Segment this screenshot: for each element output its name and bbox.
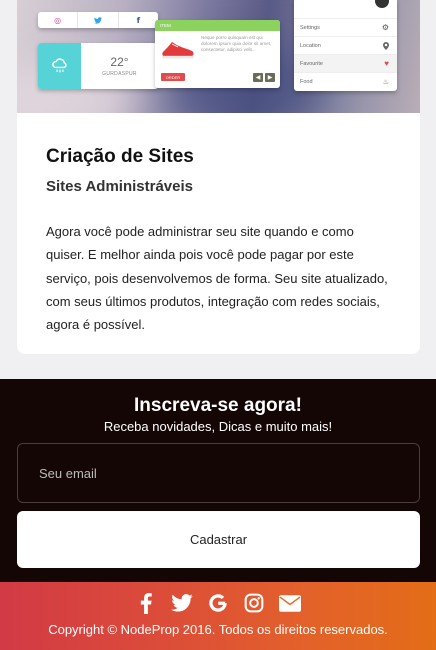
card-body: Agora você pode administrar seu site qua… <box>46 224 388 333</box>
facebook-icon[interactable] <box>135 592 157 614</box>
menu-top-row <box>294 0 397 19</box>
instagram-icon[interactable] <box>243 592 265 614</box>
email-field[interactable] <box>17 443 420 503</box>
weather-city: GURDASPUR <box>102 71 137 77</box>
menu-row-favourite: Favourite ♥ <box>294 55 397 73</box>
menu-row-location: Location <box>294 37 397 55</box>
mockup-menu-card: Settings ⚙ Location Favourite ♥ Food ♨ <box>294 0 397 91</box>
mockup-weather-widget: 22° GURDASPUR <box>38 43 158 89</box>
heart-icon: ♥ <box>384 59 389 68</box>
social-icons <box>0 592 436 614</box>
subscribe-button[interactable]: Cadastrar <box>17 511 420 568</box>
service-card: ◎ f 22° GURDASPUR ITEM Neque porro quisq… <box>17 0 420 354</box>
mockup-item-card: ITEM Neque porro quisquam est qui dolore… <box>155 20 280 88</box>
card-subtitle: Sites Administráveis <box>46 178 194 195</box>
mockup-twitter-icon <box>78 12 119 28</box>
item-description: Neque porro quisquam est qui dolorem ips… <box>201 35 272 52</box>
rain-cloud-icon <box>38 43 81 89</box>
food-icon: ♨ <box>382 79 389 86</box>
envelope-icon[interactable] <box>279 592 301 614</box>
twitter-icon[interactable] <box>171 592 193 614</box>
footer: Copyright © NodeProp 2016. Todos os dire… <box>0 582 436 650</box>
sneaker-image <box>162 41 194 59</box>
prev-arrow-icon: ◀ <box>253 73 263 82</box>
gear-icon: ⚙ <box>381 23 389 32</box>
newsletter-section: Inscreva-se agora! Receba novidades, Dic… <box>0 379 436 582</box>
newsletter-subtitle: Receba novidades, Dicas e muito mais! <box>103 419 333 434</box>
newsletter-title: Inscreva-se agora! <box>134 395 302 416</box>
google-icon[interactable] <box>207 592 229 614</box>
item-header: ITEM <box>155 20 280 31</box>
copyright-text: Copyright © NodeProp 2016. Todos os dire… <box>48 622 388 637</box>
mockup-facebook-icon: f <box>136 15 141 25</box>
menu-row-food: Food ♨ <box>300 79 389 86</box>
mockup-dribbble-icon: ◎ <box>38 12 79 28</box>
menu-row-settings: Settings ⚙ <box>294 19 397 37</box>
menu-avatar <box>375 0 389 8</box>
card-title: Criação de Sites <box>46 146 194 167</box>
order-button: ORDER <box>161 73 185 81</box>
hero-image: ◎ f 22° GURDASPUR ITEM Neque porro quisq… <box>17 0 420 113</box>
next-arrow-icon: ▶ <box>265 73 275 82</box>
mockup-social-bar: ◎ f <box>38 12 158 28</box>
map-pin-icon <box>383 41 389 50</box>
weather-temp: 22° <box>110 55 129 69</box>
